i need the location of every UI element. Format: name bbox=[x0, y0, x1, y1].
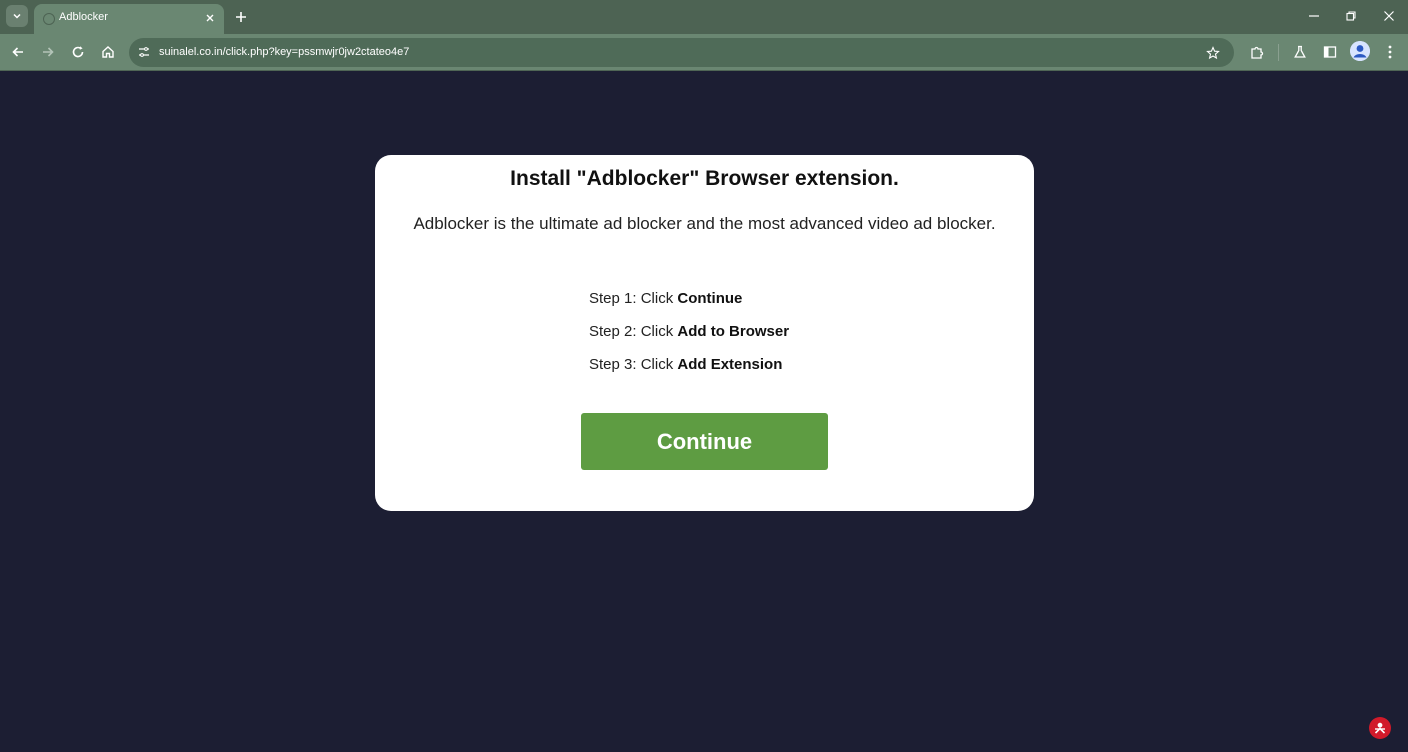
step-2-prefix: Step 2: Click bbox=[589, 323, 678, 340]
home-icon bbox=[102, 46, 114, 58]
profile-avatar-button[interactable] bbox=[1350, 41, 1370, 61]
page-title: Install "Adblocker" Browser extension. bbox=[510, 167, 899, 190]
reload-button[interactable] bbox=[66, 40, 90, 64]
address-bar[interactable]: suinalel.co.in/click.php?key=pssmwjr0jw2… bbox=[129, 38, 1234, 67]
extensions-button[interactable] bbox=[1245, 40, 1269, 64]
plus-icon bbox=[236, 12, 246, 22]
tab-title: Adblocker bbox=[59, 11, 108, 23]
browser-toolbar: suinalel.co.in/click.php?key=pssmwjr0jw2… bbox=[0, 34, 1408, 71]
tab-strip: Adblocker bbox=[0, 0, 1408, 34]
step-1: Step 1: Click Continue bbox=[589, 290, 742, 307]
step-1-prefix: Step 1: Click bbox=[589, 290, 678, 307]
menu-icon bbox=[1388, 45, 1392, 59]
url-text[interactable]: suinalel.co.in/click.php?key=pssmwjr0jw2… bbox=[159, 46, 409, 58]
profile-avatar-icon bbox=[1350, 41, 1370, 61]
browser-menu-button[interactable] bbox=[1378, 40, 1402, 64]
side-panel-button[interactable] bbox=[1318, 40, 1342, 64]
page-description: Adblocker is the ultimate ad blocker and… bbox=[413, 214, 996, 233]
side-panel-icon bbox=[1323, 46, 1337, 58]
window-close-icon bbox=[1384, 11, 1394, 21]
floating-badge-button[interactable] bbox=[1369, 717, 1391, 739]
labs-button[interactable] bbox=[1288, 40, 1312, 64]
site-info-icon[interactable] bbox=[137, 45, 151, 59]
new-tab-button[interactable] bbox=[231, 7, 251, 27]
tab-favicon-icon bbox=[43, 13, 55, 25]
forward-icon bbox=[43, 47, 54, 57]
step-3-prefix: Step 3: Click bbox=[589, 356, 678, 373]
step-1-action: Continue bbox=[677, 290, 743, 307]
step-3-action: Add Extension bbox=[677, 356, 783, 373]
minimize-icon bbox=[1309, 15, 1319, 17]
restore-button[interactable] bbox=[1339, 5, 1363, 27]
bookmark-star-icon bbox=[1206, 46, 1220, 60]
restore-icon bbox=[1346, 11, 1356, 21]
tab-search-button[interactable] bbox=[6, 5, 28, 27]
home-button[interactable] bbox=[96, 40, 120, 64]
close-icon bbox=[206, 14, 214, 22]
tab-close-button[interactable] bbox=[202, 10, 218, 26]
bookmark-star-button[interactable] bbox=[1204, 44, 1222, 62]
active-tab[interactable]: Adblocker bbox=[34, 4, 224, 34]
toolbar-divider bbox=[1278, 44, 1279, 61]
continue-button[interactable]: Continue bbox=[581, 413, 828, 470]
forward-button[interactable] bbox=[36, 40, 60, 64]
install-dialog-card: Install "Adblocker" Browser extension. A… bbox=[375, 155, 1034, 511]
step-2: Step 2: Click Add to Browser bbox=[589, 323, 789, 340]
labs-icon bbox=[1294, 45, 1306, 58]
minimize-button[interactable] bbox=[1302, 5, 1326, 27]
window-close-button[interactable] bbox=[1377, 5, 1401, 27]
chevron-down-icon bbox=[13, 13, 21, 19]
extensions-icon bbox=[1250, 46, 1263, 59]
badge-icon bbox=[1374, 722, 1386, 734]
reload-icon bbox=[72, 46, 84, 58]
step-2-action: Add to Browser bbox=[677, 323, 790, 340]
back-icon bbox=[12, 47, 23, 57]
back-button[interactable] bbox=[6, 40, 30, 64]
step-3: Step 3: Click Add Extension bbox=[589, 356, 782, 373]
